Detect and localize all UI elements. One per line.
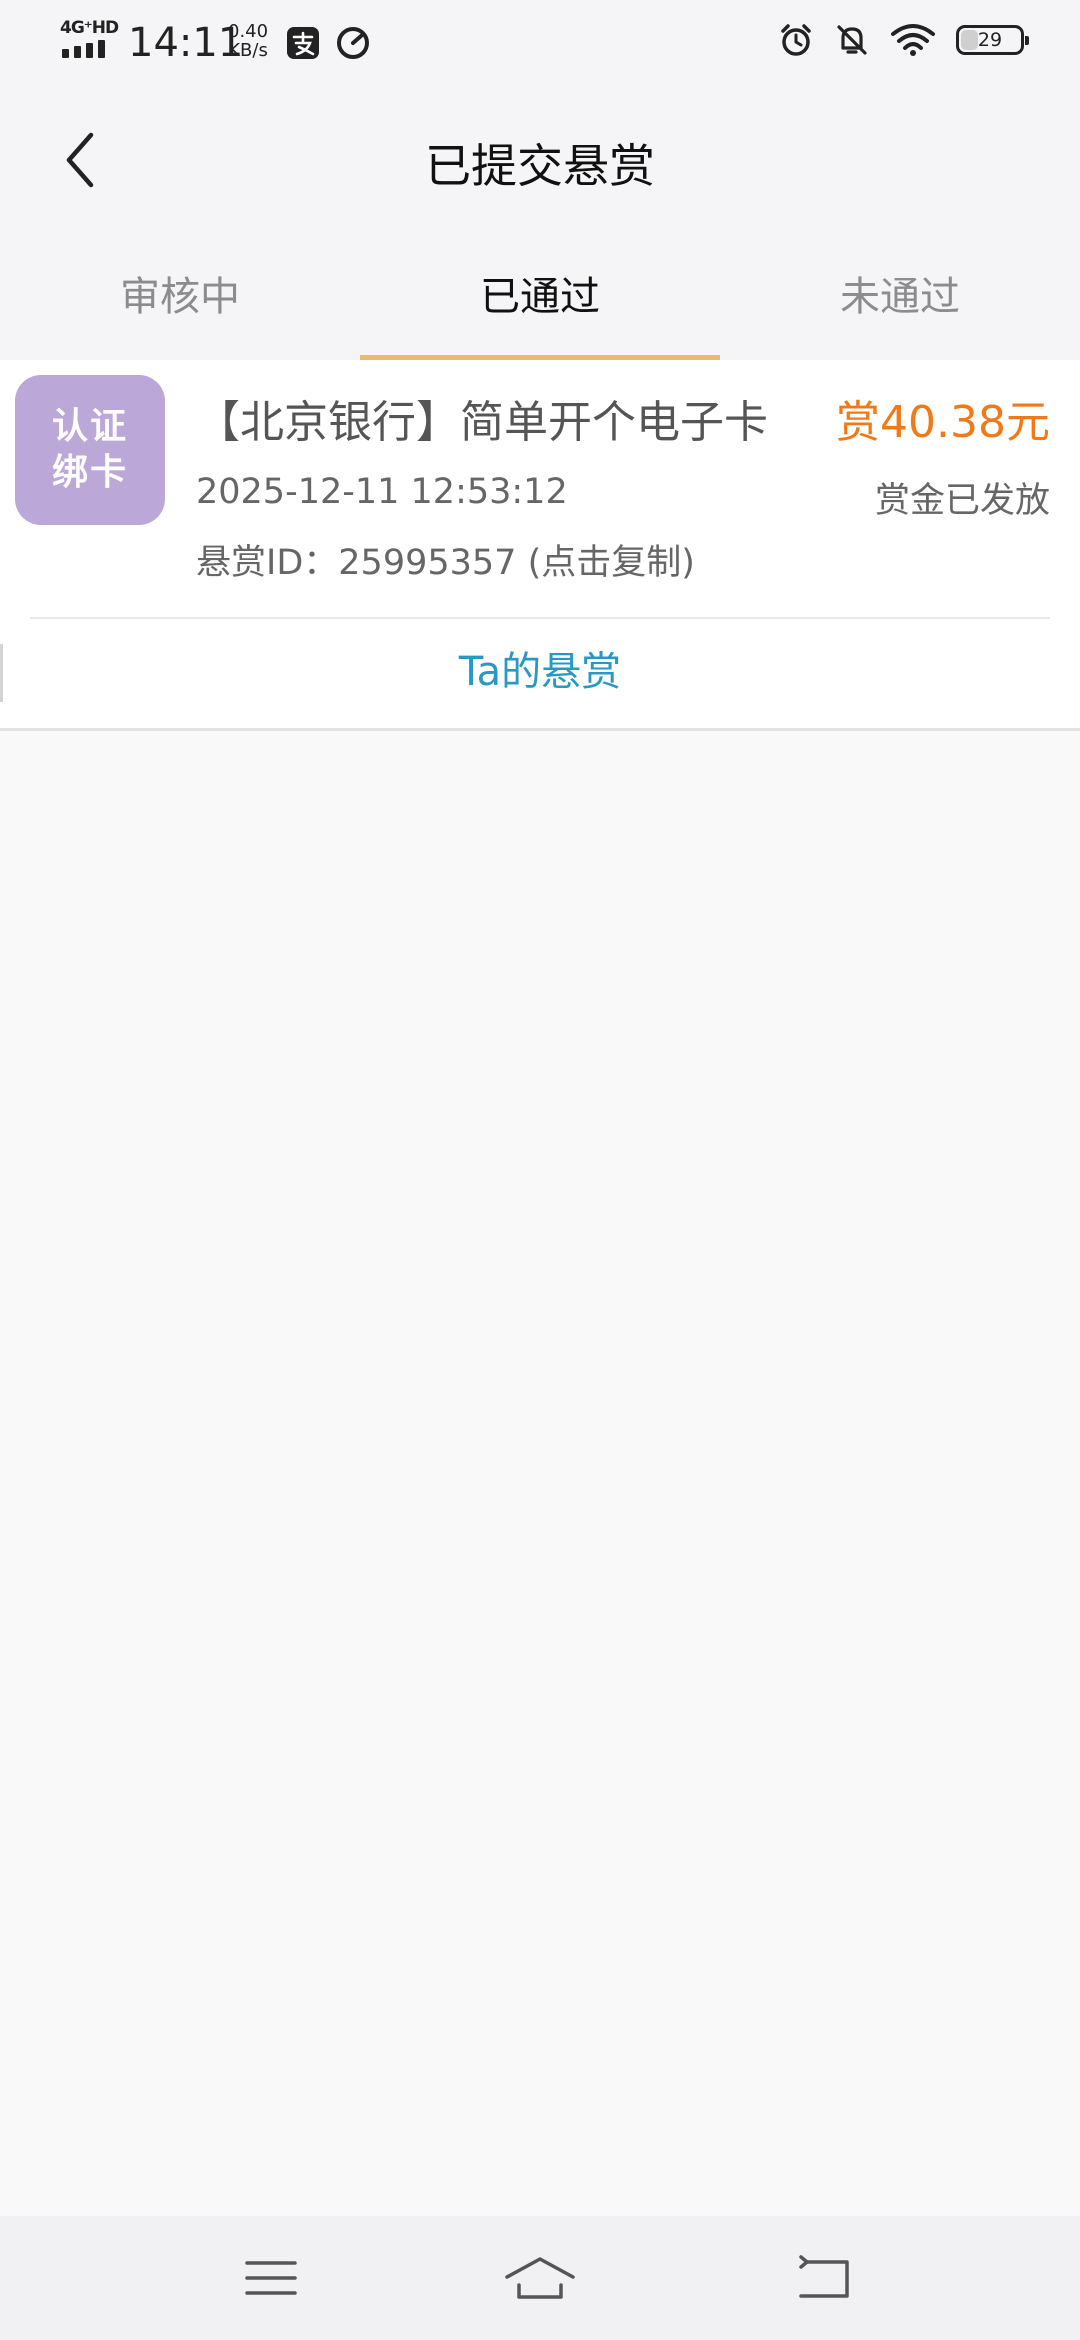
status-bar: 4G⁺HD 14:11 0.40 KB/s 29	[0, 0, 1080, 84]
battery-level: 29	[977, 29, 1003, 51]
publisher-tasks-link[interactable]: Ta的悬赏	[0, 619, 1080, 725]
bell-muted-icon	[837, 25, 867, 55]
menu-button[interactable]	[231, 2240, 311, 2316]
home-icon	[505, 2257, 575, 2299]
tab-rejected[interactable]: 未通过	[720, 234, 1080, 360]
speed-unit: KB/s	[228, 40, 268, 61]
task-thumbnail: 认证 绑卡	[15, 375, 165, 525]
task-card[interactable]: 认证 绑卡 【北京银行】简单开个电子卡 赏40.38元 2025-12-11 1…	[0, 360, 1080, 731]
app-root: 4G⁺HD 14:11 0.40 KB/s 29 已提交悬赏 审核中 已通过 未…	[0, 0, 1080, 2340]
status-time: 14:11	[128, 20, 244, 66]
task-id-label: 悬赏ID：	[196, 543, 339, 583]
tab-reviewing[interactable]: 审核中	[0, 234, 360, 360]
page-header: 已提交悬赏	[0, 84, 1080, 234]
copy-hint: (点击复制)	[516, 543, 695, 583]
alipay-icon	[287, 27, 319, 59]
speed-value: 0.40	[228, 21, 269, 42]
tab-approved[interactable]: 已通过	[360, 234, 720, 360]
system-nav-bar	[0, 2216, 1080, 2340]
status-badge: 赏金已发放	[874, 481, 1050, 521]
alarm-icon	[781, 24, 811, 56]
back-icon	[799, 2255, 849, 2298]
task-title: 【北京银行】简单开个电子卡	[196, 397, 768, 448]
task-id-value: 25995357	[338, 543, 517, 583]
thumb-line-1: 认证	[51, 406, 128, 447]
back-nav-button[interactable]	[784, 2240, 864, 2316]
status-right: 29	[778, 22, 1029, 58]
task-reward: 赏40.38元	[836, 397, 1050, 448]
network-speed: 0.40 KB/s	[228, 22, 268, 60]
task-id-copy[interactable]: 悬赏ID：25995357 (点击复制)	[196, 534, 695, 585]
battery-fill	[961, 30, 978, 50]
network-type: 4G⁺HD	[60, 18, 119, 38]
battery-icon: 29	[956, 25, 1029, 55]
home-button[interactable]	[500, 2240, 580, 2316]
status-tabs: 审核中 已通过 未通过	[0, 234, 1080, 360]
signal-icon	[62, 40, 105, 58]
wifi-icon	[891, 24, 935, 56]
menu-icon	[245, 2261, 297, 2295]
page-title: 已提交悬赏	[425, 139, 655, 193]
submitted-time: 2025-12-11 12:53:12	[196, 472, 568, 512]
speedometer-icon	[337, 27, 369, 59]
thumb-line-2: 绑卡	[51, 452, 128, 493]
